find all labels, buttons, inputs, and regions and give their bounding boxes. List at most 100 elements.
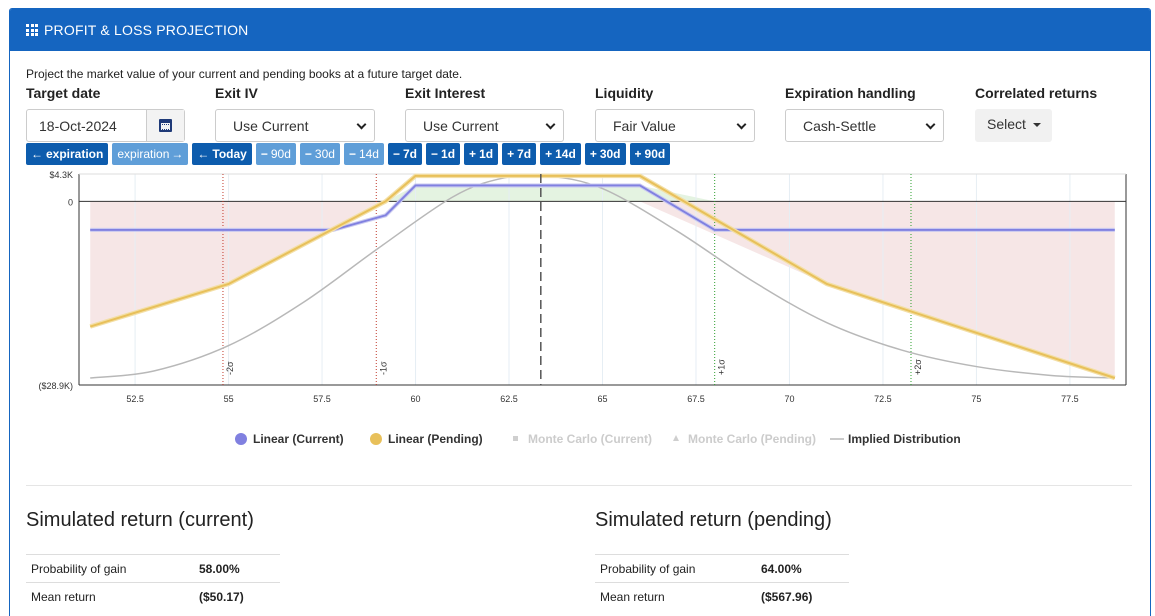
y-tick-label: 0 [68, 197, 73, 207]
exit-interest-value: Use Current [423, 118, 499, 134]
y-tick-label: $4.3K [49, 170, 73, 180]
legend-item: Implied Distribution [830, 432, 961, 446]
x-tick-label: 67.5 [687, 394, 705, 404]
legend-item: Linear (Pending) [370, 432, 483, 446]
correlated-returns-value: Select [987, 116, 1026, 132]
time-button-label: 7d [403, 147, 418, 161]
time-button-minus-1d[interactable]: −1d [426, 143, 461, 165]
minus-icon: − [392, 147, 400, 161]
time-button-label: 14d [358, 147, 379, 161]
arrow-left-icon: ← [31, 147, 43, 161]
liquidity-label: Liquidity [595, 85, 654, 101]
time-button-plus-30d[interactable]: +30d [584, 143, 626, 165]
time-button-minus-7d[interactable]: −7d [387, 143, 423, 165]
minus-icon: − [431, 147, 439, 161]
intro-text: Project the market value of your current… [26, 67, 463, 81]
legend-item: Monte Carlo (Current) [513, 432, 652, 446]
time-button-minus-90d[interactable]: −90d [255, 143, 296, 165]
expiration-handling-label: Expiration handling [785, 85, 916, 101]
time-button-label: expiration [46, 147, 104, 161]
time-button-arrow-left-today[interactable]: ← Today [192, 143, 252, 165]
time-button-minus-14d[interactable]: −14d [343, 143, 384, 165]
chevron-down-icon [925, 119, 936, 130]
caret-down-icon [1032, 123, 1041, 128]
x-tick-label: 77.5 [1061, 394, 1079, 404]
sim-pending-table: Probability of gain 64.00% Mean return ($5… [595, 554, 849, 610]
time-button-arrow-left-expiration[interactable]: ← expiration [26, 143, 109, 165]
liquidity-value: Fair Value [613, 118, 676, 134]
expiration-handling-value: Cash-Settle [803, 118, 877, 134]
panel-title: PROFIT & LOSS PROJECTION [44, 22, 249, 38]
minus-icon: − [348, 147, 356, 161]
time-button-label: Today [212, 147, 247, 161]
sigma-label: -2σ [225, 361, 235, 375]
plus-icon: + [507, 147, 515, 161]
time-button-plus-90d[interactable]: +90d [629, 143, 671, 165]
target-date-field[interactable]: 18-Oct-2024 [26, 109, 185, 142]
exit-iv-label: Exit IV [215, 85, 258, 101]
minus-icon: − [304, 147, 312, 161]
chevron-down-icon [545, 119, 556, 130]
sigma-label: -1σ [378, 361, 388, 375]
x-tick-label: 55 [224, 394, 234, 404]
target-date-input[interactable]: 18-Oct-2024 [27, 110, 146, 141]
time-step-buttons: ← expiration expiration → ← Today −90d −30d −14d… [26, 143, 671, 165]
calendar-icon [159, 119, 172, 132]
legend-marker [235, 433, 247, 445]
chevron-down-icon [356, 119, 367, 130]
plus-icon: + [589, 147, 597, 161]
correlated-returns-dropdown[interactable]: Select [975, 109, 1052, 142]
plus-icon: + [469, 147, 477, 161]
time-button-label: expiration [117, 147, 170, 161]
x-tick-label: 75 [971, 394, 981, 404]
time-button-label: 30d [314, 147, 335, 161]
panel-header: PROFIT & LOSS PROJECTION [10, 9, 1150, 51]
time-button-arrow-right-expiration[interactable]: expiration → [112, 143, 189, 165]
exit-iv-select[interactable]: Use Current [215, 109, 375, 142]
chevron-down-icon [736, 119, 747, 130]
legend-label: Linear (Pending) [388, 432, 483, 446]
legend-marker [370, 433, 382, 445]
calendar-button[interactable] [146, 110, 184, 141]
stat-label: Mean return [600, 589, 665, 604]
x-tick-label: 57.5 [313, 394, 331, 404]
exit-interest-select[interactable]: Use Current [405, 109, 564, 142]
expiration-handling-select[interactable]: Cash-Settle [785, 109, 944, 142]
table-row: Mean return ($50.17) [26, 582, 280, 610]
grid-icon [26, 24, 38, 36]
x-tick-label: 52.5 [126, 394, 144, 404]
stat-value: ($567.96) [761, 589, 813, 604]
minus-icon: − [260, 147, 268, 161]
time-button-minus-30d[interactable]: −30d [299, 143, 340, 165]
liquidity-select[interactable]: Fair Value [595, 109, 755, 142]
stat-value: 58.00% [199, 561, 240, 576]
x-tick-label: 62.5 [500, 394, 518, 404]
time-button-plus-14d[interactable]: +14d [540, 143, 581, 165]
y-tick-label: ($28.9K) [38, 381, 73, 391]
table-row: Mean return ($567.96) [595, 582, 849, 610]
legend-marker [513, 436, 518, 441]
stat-label: Mean return [31, 589, 96, 604]
time-button-label: 90d [644, 147, 666, 161]
sim-current-table: Probability of gain 58.00% Mean return ($5… [26, 554, 280, 610]
sim-current-title: Simulated return (current) [26, 509, 254, 531]
x-tick-label: 65 [597, 394, 607, 404]
time-button-label: 7d [517, 147, 532, 161]
exit-iv-value: Use Current [233, 118, 309, 134]
time-button-label: 90d [270, 147, 291, 161]
legend-label: Implied Distribution [848, 432, 961, 446]
sim-pending-title: Simulated return (pending) [595, 509, 832, 531]
time-button-label: 30d [599, 147, 621, 161]
arrow-left-icon: ← [197, 147, 210, 161]
time-button-label: 14d [555, 147, 576, 161]
x-tick-label: 60 [411, 394, 421, 404]
x-tick-label: 70 [784, 394, 794, 404]
time-button-plus-1d[interactable]: +1d [464, 143, 499, 165]
legend-label: Linear (Current) [253, 432, 344, 446]
target-date-label: Target date [26, 85, 101, 101]
pnl-chart: $4.3K 0 ($28.9K) 52.5 55 57.5 60 62.5 65 67.5 70 72… [38, 170, 1127, 446]
time-button-plus-7d[interactable]: +7d [502, 143, 537, 165]
legend-item: Linear (Current) [235, 432, 344, 446]
plus-icon: + [634, 147, 642, 161]
legend-marker [673, 435, 679, 441]
